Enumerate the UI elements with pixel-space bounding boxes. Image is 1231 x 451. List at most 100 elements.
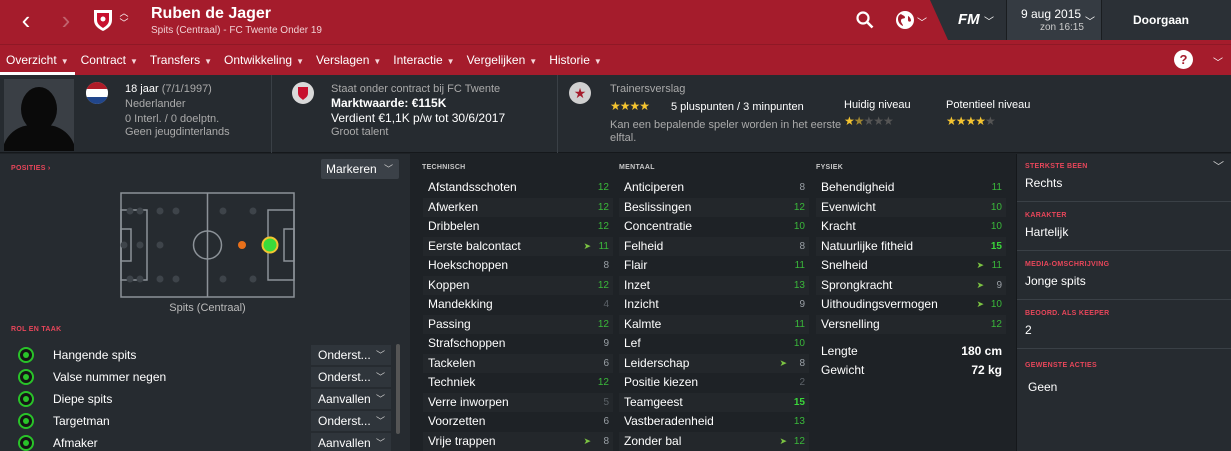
attribute-name: Versnelling: [821, 316, 880, 331]
attribute-row[interactable]: Hoekschoppen 8: [423, 256, 613, 276]
duty-dropdown[interactable]: Aanvallen ﹀: [311, 389, 391, 409]
attribute-name: Sprongkracht: [821, 277, 893, 292]
attribute-name: Kalmte: [624, 316, 662, 331]
attribute-value: 10: [990, 221, 1002, 232]
forward-button[interactable]: ›: [54, 7, 78, 34]
attribute-row[interactable]: Passing 12: [423, 314, 613, 334]
roles-scrollbar[interactable]: [396, 344, 400, 434]
chevron-down-icon: ▼: [529, 57, 538, 66]
divider: [557, 75, 558, 153]
attribute-row[interactable]: Natuurlijke fitheid 15: [816, 236, 1006, 256]
attribute-row[interactable]: Eerste balcontact 11 ➤: [423, 236, 613, 256]
attribute-row[interactable]: Flair 11: [619, 256, 809, 276]
attribute-row[interactable]: Voorzetten 6: [423, 412, 613, 432]
technical-attributes: Afstandsschoten 12 Afwerken 12 Dribbelen 12 Ee…: [423, 178, 613, 451]
tab-verslagen[interactable]: Verslagen ▼: [310, 45, 387, 75]
role-row[interactable]: Valse nummer negen Onderst... ﹀: [12, 367, 402, 388]
dob: (7/1/1997): [161, 83, 212, 95]
attribute-row[interactable]: Beslissingen 12: [619, 197, 809, 217]
attribute-row[interactable]: Concentratie 10: [619, 217, 809, 237]
trend-up-icon: ➤: [583, 240, 591, 251]
attribute-row[interactable]: Kracht 10: [816, 217, 1006, 237]
tab-label: Overzicht: [6, 53, 57, 67]
tab-overzicht[interactable]: Overzicht ▼: [0, 45, 75, 75]
tab-interactie[interactable]: Interactie ▼: [387, 45, 460, 75]
chevron-down-icon: ﹀: [375, 394, 385, 404]
attribute-row[interactable]: Strafschoppen 9: [423, 334, 613, 354]
attribute-row[interactable]: Inzet 13: [619, 275, 809, 295]
help-icon[interactable]: ?: [1174, 50, 1193, 69]
tab-historie[interactable]: Historie ▼: [543, 45, 608, 75]
fm-logo[interactable]: FM: [958, 11, 980, 28]
attribute-row[interactable]: Kalmte 11: [619, 314, 809, 334]
attribute-row[interactable]: Vastberadenheid 13: [619, 412, 809, 432]
preferred-moves-value: Geen: [1028, 380, 1058, 394]
attribute-name: Vrije trappen: [428, 433, 496, 448]
player-switch-icon[interactable]: ︿ ﹀: [118, 8, 130, 28]
tab-contract[interactable]: Contract ▼: [75, 45, 144, 75]
attribute-row[interactable]: Dribbelen 12: [423, 217, 613, 237]
duty-dropdown[interactable]: Aanvallen ﹀: [311, 433, 391, 451]
attribute-name: Lef: [624, 336, 641, 350]
attribute-value: 12: [597, 279, 609, 291]
attribute-row[interactable]: Leiderschap 8 ➤: [619, 353, 809, 373]
player-name: Ruben de Jager: [151, 5, 272, 22]
attribute-row[interactable]: Techniek 12: [423, 373, 613, 393]
back-button[interactable]: ‹: [14, 7, 38, 34]
attribute-row[interactable]: Evenwicht 10: [816, 197, 1006, 217]
attribute-row[interactable]: Lef 10: [619, 334, 809, 354]
globe-icon[interactable]: [895, 10, 915, 30]
duty-dropdown[interactable]: Onderst... ﹀: [311, 367, 391, 387]
attribute-row[interactable]: Inzicht 9: [619, 295, 809, 315]
attribute-row[interactable]: Tackelen 6: [423, 353, 613, 373]
role-row[interactable]: Diepe spits Aanvallen ﹀: [12, 389, 402, 410]
chevron-down-icon[interactable]: ﹀: [917, 14, 927, 29]
attribute-row[interactable]: Uithoudingsvermogen 10 ➤: [816, 295, 1006, 315]
positions-header[interactable]: POSITIES ›: [11, 165, 51, 172]
attribute-row[interactable]: Versnelling 12: [816, 314, 1006, 334]
roles-header: ROL EN TAAK: [11, 326, 62, 333]
attribute-row[interactable]: Koppen 12: [423, 275, 613, 295]
role-row[interactable]: Targetman Onderst... ﹀: [12, 411, 402, 432]
attribute-row[interactable]: Verre inworpen 5: [423, 392, 613, 412]
trend-up-icon: ➤: [779, 435, 787, 446]
mark-dropdown[interactable]: Markeren ﹀: [321, 159, 399, 179]
attribute-row[interactable]: Vrije trappen 8 ➤: [423, 431, 613, 451]
role-row[interactable]: Afmaker Aanvallen ﹀: [12, 433, 402, 451]
attribute-row[interactable]: Felheid 8: [619, 236, 809, 256]
attribute-value: 11: [794, 318, 805, 330]
tab-label: Vergelijken: [466, 53, 526, 67]
role-suitability-icon: [18, 391, 34, 407]
chevron-down-icon[interactable]: ﹀: [1213, 54, 1223, 69]
chevron-down-icon[interactable]: ﹀: [1213, 158, 1224, 174]
role-row[interactable]: Hangende spits Onderst... ﹀: [12, 345, 402, 366]
attribute-row[interactable]: Mandekking 4: [423, 295, 613, 315]
club-crest-icon[interactable]: [92, 8, 114, 32]
attribute-row[interactable]: Snelheid 11 ➤: [816, 256, 1006, 276]
keeper-rating-value: 2: [1025, 323, 1032, 337]
duty-dropdown[interactable]: Onderst... ﹀: [311, 345, 391, 365]
attribute-row[interactable]: Sprongkracht 9 ➤: [816, 275, 1006, 295]
attribute-row[interactable]: Zonder bal 12 ➤: [619, 431, 809, 451]
fm-menu-chevron-icon[interactable]: ﹀: [984, 13, 994, 28]
tab-transfers[interactable]: Transfers ▼: [144, 45, 218, 75]
duty-dropdown[interactable]: Onderst... ﹀: [311, 411, 391, 431]
nationality: Nederlander: [125, 98, 186, 110]
continue-button[interactable]: Doorgaan: [1133, 13, 1189, 27]
date-box[interactable]: 9 aug 2015 zon 16:15 ﹀: [1006, 0, 1102, 40]
tab-vergelijken[interactable]: Vergelijken ▼: [461, 45, 544, 75]
attribute-row[interactable]: Behendigheid 11: [816, 178, 1006, 198]
attribute-row[interactable]: Anticiperen 8: [619, 178, 809, 198]
attribute-row[interactable]: Afwerken 12: [423, 197, 613, 217]
player-info-strip: 18 jaar (7/1/1997) Nederlander 0 Interl.…: [0, 75, 1231, 153]
attribute-name: Afwerken: [428, 199, 479, 214]
height-row: Lengte 180 cm: [816, 344, 1006, 358]
keeper-rating-header: BEOORD. ALS KEEPER: [1025, 310, 1110, 317]
attribute-row[interactable]: Afstandsschoten 12: [423, 178, 613, 198]
search-icon[interactable]: [856, 11, 874, 29]
mental-header: MENTAAL: [619, 164, 655, 171]
top-right-panel: FM ﹀ 9 aug 2015 zon 16:15 ﹀ Doorgaan: [930, 0, 1231, 40]
attribute-row[interactable]: Positie kiezen 2: [619, 373, 809, 393]
attribute-row[interactable]: Teamgeest 15: [619, 392, 809, 412]
tab-ontwikkeling[interactable]: Ontwikkeling ▼: [218, 45, 310, 75]
